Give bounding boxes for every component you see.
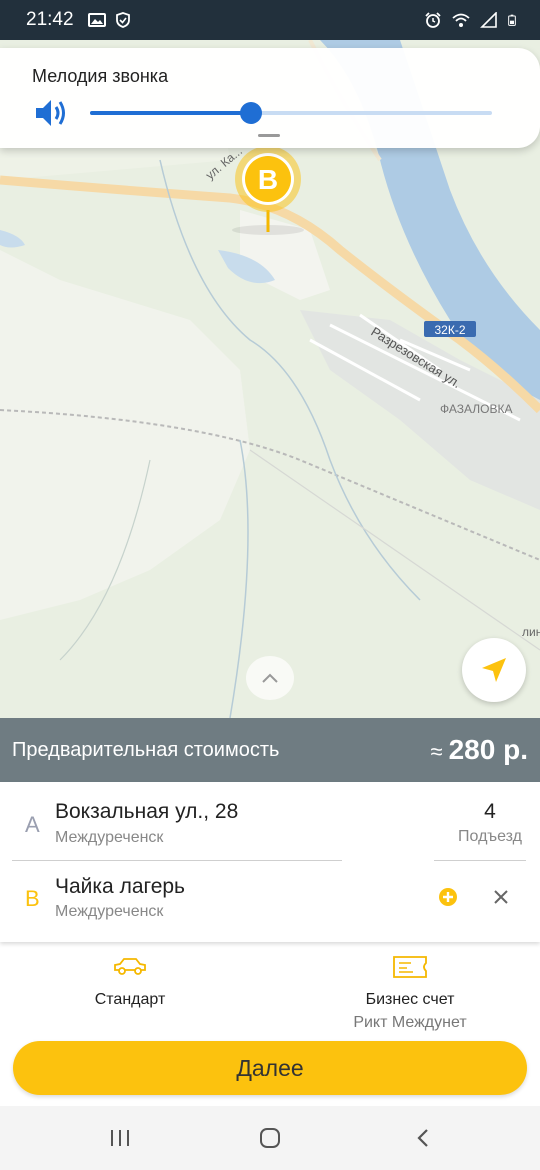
price-amount: 280 р. [448,734,528,765]
edge-label: лин [522,625,540,639]
payment-option[interactable]: Бизнес счет Рикт Междунет [320,954,500,1032]
status-bar: 21:42 [0,0,540,40]
marker-letter: B [258,164,278,195]
volume-popup: Мелодия звонка [0,48,540,148]
price-bar: Предварительная стоимость ≈280 р. [0,718,540,782]
road-badge: 32К-2 [434,323,465,337]
point-a-letter: A [25,812,40,837]
point-b-letter: B [25,886,40,911]
image-icon [87,13,106,27]
add-stop-icon[interactable] [437,886,459,908]
shield-icon [115,12,130,28]
alarm-icon [425,12,441,28]
recent-apps-icon [111,1130,129,1146]
locate-button[interactable] [462,638,526,702]
recent-apps-button[interactable] [105,1124,135,1152]
tariff-option[interactable]: Стандарт [50,954,210,1009]
approx-sign: ≈ [430,739,443,764]
back-button[interactable] [408,1124,438,1152]
next-button[interactable]: Далее [13,1041,527,1095]
entrance-label: Подъезд [458,828,522,845]
payment-label: Бизнес счет [365,991,455,1008]
speaker-icon[interactable] [34,96,70,130]
chevron-up-icon [262,673,278,683]
status-time: 21:42 [26,9,74,30]
expand-button[interactable] [246,656,294,700]
nav-bar [0,1106,540,1170]
village-label: ФАЗАЛОВКА [440,402,512,416]
price-value: ≈280 р. [431,734,528,766]
payment-sub: Рикт Междунет [353,1014,467,1031]
divider [434,860,526,861]
to-address[interactable]: Чайка лагерь [55,875,185,899]
volume-drag-handle[interactable] [258,134,280,137]
home-button[interactable] [255,1124,285,1152]
ticket-icon [393,956,427,978]
from-city: Междуреченск [55,829,164,846]
price-label: Предварительная стоимость [12,738,280,761]
battery-icon [508,14,516,26]
back-icon [417,1129,428,1147]
to-city: Междуреченск [55,903,164,920]
navigation-arrow-icon [482,658,506,682]
tariff-label: Стандарт [94,991,166,1008]
signal-icon [480,12,497,28]
volume-slider[interactable] [90,102,492,124]
divider [12,860,342,861]
from-address[interactable]: Вокзальная ул., 28 [55,800,238,824]
car-icon [114,958,146,975]
remove-destination-button[interactable] [488,884,514,910]
volume-thumb[interactable] [239,102,262,124]
wifi-icon [452,13,470,27]
route-card: A Вокзальная ул., 28 Междуреченск 4 Подъ… [0,782,540,942]
close-icon [494,890,508,904]
volume-title: Мелодия звонка [32,66,169,86]
home-icon [260,1128,280,1148]
volume-fill [90,111,251,115]
entrance-number[interactable]: 4 [440,800,540,824]
